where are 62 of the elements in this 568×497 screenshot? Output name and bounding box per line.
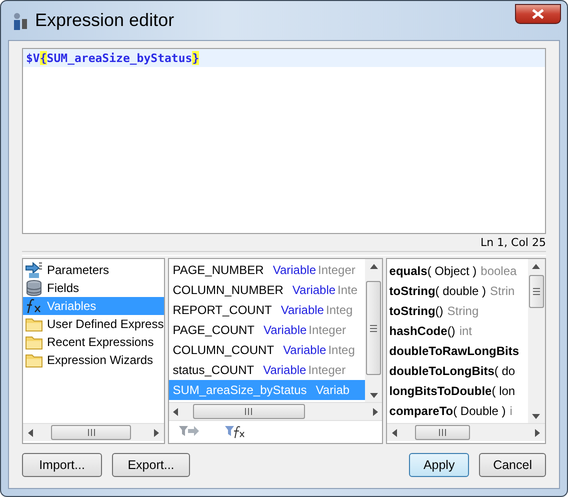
method-item[interactable]: longBitsToDouble( lon [387, 381, 528, 401]
arrow-up-icon[interactable] [370, 264, 378, 268]
cursor-position: Ln 1, Col 25 [480, 236, 546, 249]
grip-icon [370, 324, 378, 332]
app-icon [11, 10, 29, 30]
method-item[interactable]: hashCode() int [387, 321, 528, 341]
vertical-scrollbar[interactable] [365, 259, 382, 402]
arrow-right-icon[interactable] [535, 428, 540, 436]
category-item[interactable]: Fields [23, 279, 164, 297]
scroll-thumb[interactable] [192, 404, 305, 419]
method-item[interactable]: toString() String [387, 301, 528, 321]
window-title: Expression editor [35, 10, 176, 31]
cancel-button[interactable]: Cancel [479, 453, 546, 477]
vertical-scrollbar[interactable] [528, 259, 545, 423]
object-item[interactable]: COLUMN_COUNT Variable Integ [168, 340, 366, 360]
expression-field[interactable]: $V{SUM_areaSize_byStatus} [22, 48, 546, 234]
horizontal-scrollbar[interactable] [387, 423, 545, 441]
method-item[interactable]: toString( double ) Strin [387, 281, 528, 301]
scroll-thumb[interactable] [528, 275, 544, 308]
scroll-thumb[interactable] [366, 281, 382, 375]
method-item[interactable]: doubleToRawLongBits [387, 341, 528, 361]
arrow-down-icon[interactable] [532, 414, 540, 418]
method-item[interactable]: compareTo( Double ) i [387, 401, 528, 421]
horizontal-scrollbar[interactable] [23, 423, 164, 441]
category-item[interactable]: User Defined Express [23, 315, 164, 333]
object-item[interactable]: COLUMN_NUMBER Variable Inte [168, 280, 366, 300]
object-item[interactable]: status_COUNT Variable Integer [168, 360, 366, 380]
arrow-right-icon[interactable] [372, 408, 378, 416]
arrow-down-icon[interactable] [370, 392, 378, 398]
export-button[interactable]: Export... [112, 453, 190, 477]
filter-function-icon[interactable] [224, 425, 247, 439]
folder-icon [25, 334, 43, 350]
grip-icon [439, 429, 446, 436]
arrow-left-icon[interactable] [173, 408, 178, 416]
expression-text: $V{SUM_areaSize_byStatus} [23, 49, 545, 67]
object-item[interactable]: REPORT_COUNT Variable Integ [168, 300, 366, 320]
close-icon [532, 8, 544, 18]
grip-icon [88, 429, 94, 436]
arrow-right-icon[interactable] [154, 428, 160, 436]
import-button[interactable]: Import... [22, 453, 102, 477]
grip-icon [245, 408, 252, 415]
grip-icon [532, 288, 540, 295]
function-icon [25, 298, 43, 314]
folder-icon [25, 316, 43, 332]
category-item[interactable]: Recent Expressions [23, 333, 164, 351]
arrow-up-icon[interactable] [532, 264, 540, 268]
arrow-into-box-icon [25, 262, 43, 278]
method-item[interactable]: equals( Object ) boolea [387, 261, 528, 281]
arrow-left-icon[interactable] [28, 428, 32, 436]
folder-icon [25, 352, 43, 368]
horizontal-scrollbar[interactable] [168, 402, 382, 420]
close-button[interactable] [515, 4, 561, 24]
scroll-thumb[interactable] [415, 425, 470, 440]
arrow-left-icon[interactable] [392, 428, 397, 436]
method-item[interactable]: doubleToLongBits( do [387, 361, 528, 381]
database-icon [25, 280, 43, 296]
object-item[interactable]: PAGE_NUMBER Variable Integer [168, 260, 366, 280]
category-item[interactable]: Parameters [23, 261, 164, 279]
scroll-thumb[interactable] [51, 425, 131, 440]
apply-button[interactable]: Apply [409, 453, 470, 477]
object-item[interactable]: PAGE_COUNT Variable Integer [168, 320, 366, 340]
category-item[interactable]: Expression Wizards [23, 351, 164, 369]
